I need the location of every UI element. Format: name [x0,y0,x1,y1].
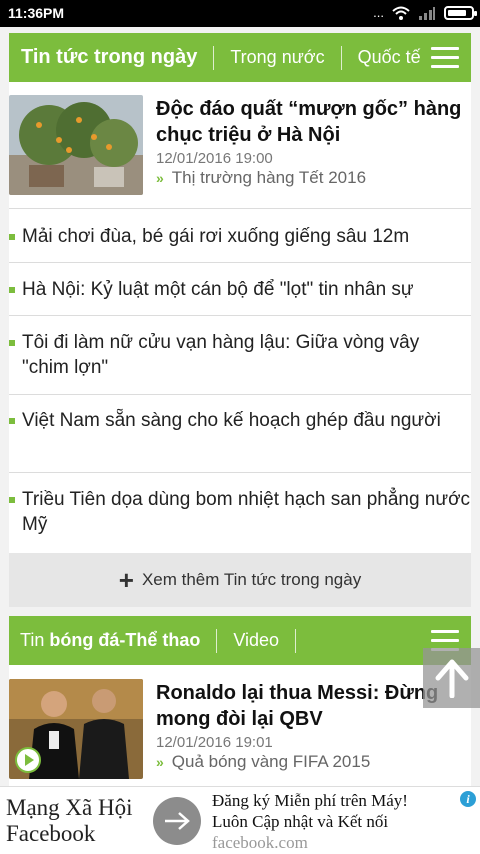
section-title-sports[interactable]: Tin bóng đá-Thể thao [20,630,200,651]
status-bar: 11:36PM ... [0,0,480,27]
signal-icon [419,6,435,20]
plus-icon: + [118,565,134,595]
list-item[interactable]: Hà Nội: Kỷ luật một cán bộ để "lọt" tin … [9,277,471,302]
ad-title-line1: Mạng Xã Hội [6,795,133,820]
ad-url: facebook.com [212,833,308,852]
tab-quoc-te[interactable]: Quốc tế [358,47,421,68]
ad-banner[interactable]: Mạng Xã Hội Facebook Đăng ký Miễn phí tr… [0,786,480,854]
arrow-up-icon [435,659,468,698]
scroll-top-button[interactable] [423,648,480,708]
double-chevron-icon: » [156,754,164,770]
featured-thumbnail-kumquat[interactable] [9,95,143,195]
more-dots-icon: ... [373,5,384,20]
ad-info-icon[interactable]: i [460,791,476,807]
featured-tag-1[interactable]: Thị trường hàng Tết 2016 [172,168,366,188]
tab-trong-nuoc[interactable]: Trong nước [230,47,324,68]
featured-tag-2[interactable]: Quả bóng vàng FIFA 2015 [172,752,370,772]
battery-icon [444,5,477,20]
menu-icon[interactable] [431,47,459,74]
ad-text-line2: Luôn Cập nhật và Kết nối [212,812,389,831]
tab-video[interactable]: Video [233,630,279,651]
section-header-sports: Tin bóng đá-Thể thao Video [9,616,471,665]
play-icon[interactable] [15,747,41,773]
wifi-icon [392,6,410,20]
list-item[interactable]: Việt Nam sẵn sàng cho kế hoạch ghép đầu … [9,408,471,433]
ad-title-line2: Facebook [6,821,96,846]
featured-title-1[interactable]: Độc đáo quất “mượn gốc” hàng chục triệu … [156,96,466,148]
list-item[interactable]: Tôi đi làm nữ cửu vạn hàng lậu: Giữa vòn… [9,330,471,380]
featured-date-2: 12/01/2016 19:01 [156,734,273,751]
featured-article-1[interactable]: Độc đáo quất “mượn gốc” hàng chục triệu … [156,96,466,188]
ad-text-line1: Đăng ký Miễn phí trên Máy! [212,791,408,810]
featured-article-2[interactable]: Ronaldo lại thua Messi: Đừng mong đòi lạ… [156,680,466,772]
double-chevron-icon: » [156,170,164,186]
list-item[interactable]: Triều Tiên dọa dùng bom nhiệt hạch san p… [9,487,471,537]
ad-arrow-button[interactable] [153,797,201,845]
featured-thumbnail-ronaldo[interactable] [9,679,143,779]
section-header-news: Tin tức trong ngày Trong nước Quốc tế [9,33,471,82]
featured-date-1: 12/01/2016 19:00 [156,150,273,167]
status-time: 11:36PM [8,5,65,21]
see-more-button[interactable]: + Xem thêm Tin tức trong ngày [9,553,471,607]
list-item[interactable]: Mải chơi đùa, bé gái rơi xuống giếng sâu… [9,224,471,249]
see-more-label: Xem thêm Tin tức trong ngày [141,570,362,589]
section-title-news[interactable]: Tin tức trong ngày [21,46,197,69]
featured-title-2[interactable]: Ronaldo lại thua Messi: Đừng mong đòi lạ… [156,680,466,732]
arrow-right-icon [165,812,190,830]
